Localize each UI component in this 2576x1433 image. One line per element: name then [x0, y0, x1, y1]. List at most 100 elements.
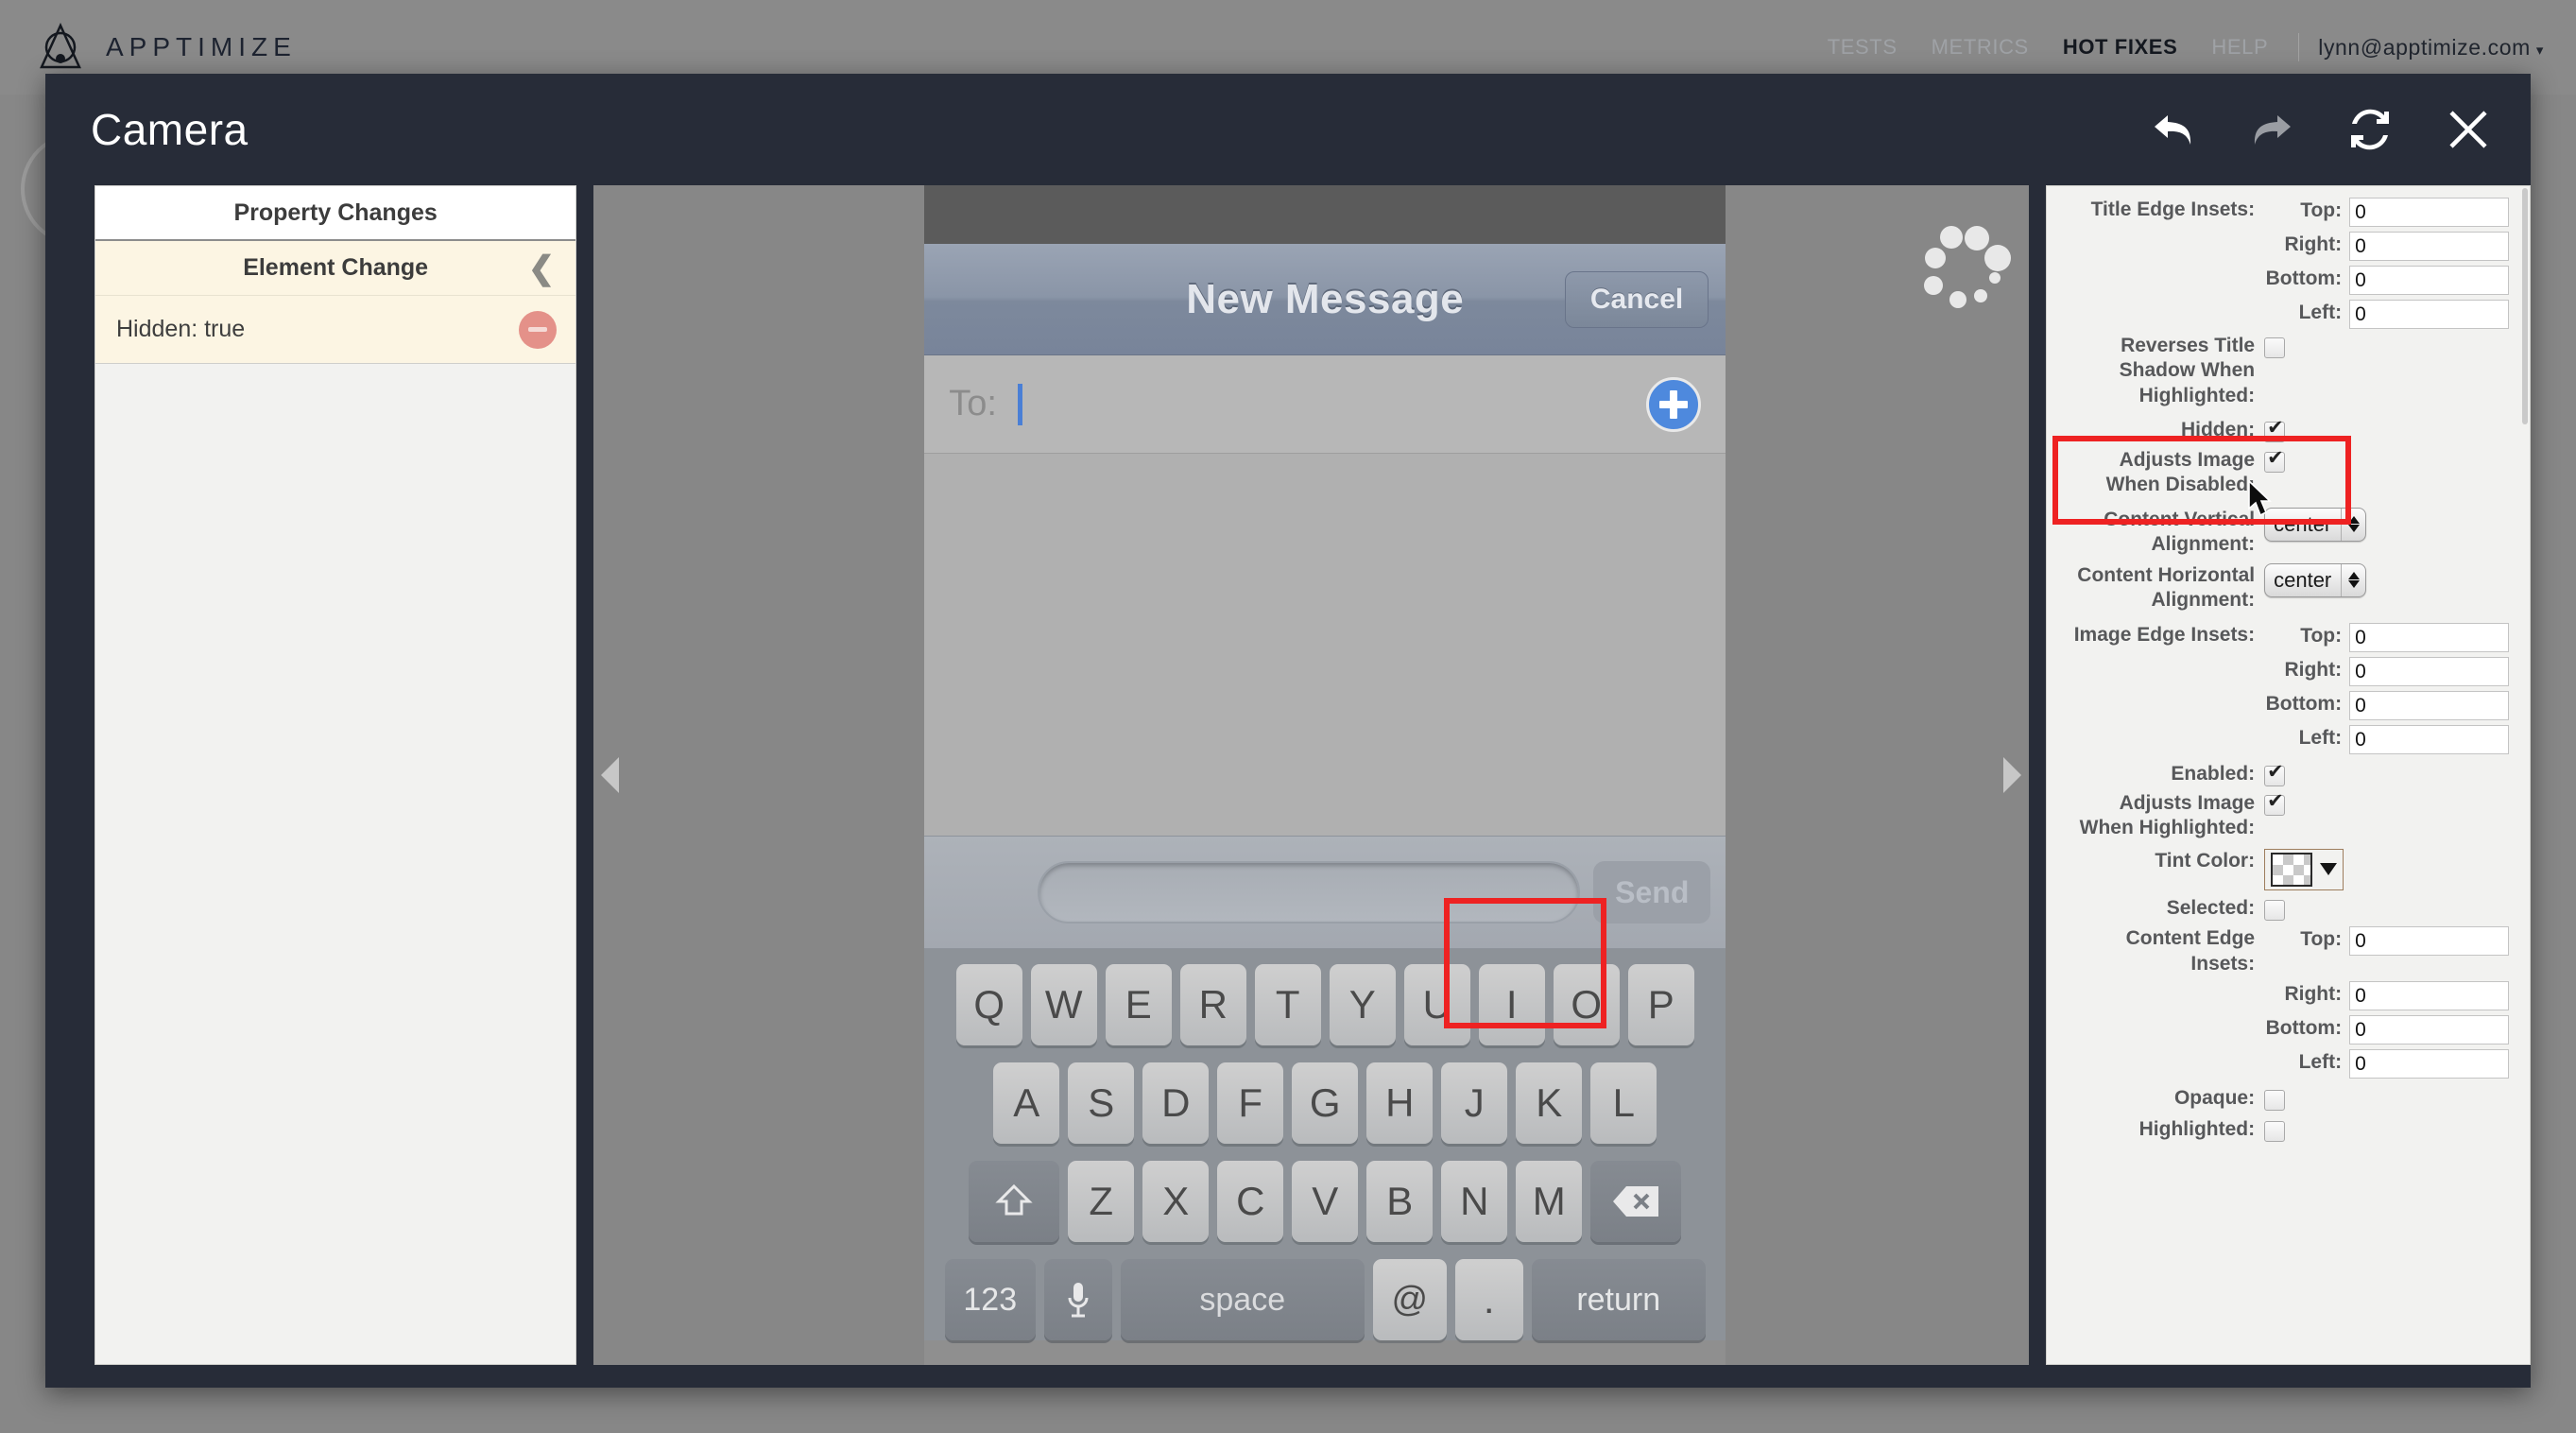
key-j[interactable]: J — [1441, 1062, 1508, 1144]
property-row-adjusts-image-when-disabled: Adjusts Image When Disabled: — [2060, 448, 2509, 498]
key-q[interactable]: Q — [955, 964, 1022, 1045]
property-sublabel: Left: — [2298, 726, 2343, 749]
key-period[interactable]: . — [1454, 1259, 1523, 1340]
hidden-checkbox[interactable] — [2264, 418, 2286, 443]
highlighted-checkbox[interactable] — [2264, 1120, 2286, 1142]
list-item[interactable]: Hidden: true — [95, 296, 576, 364]
backspace-delete-icon[interactable] — [1590, 1161, 1682, 1242]
recipient-row[interactable]: To: — [924, 355, 1726, 454]
chevron-right-triangle-icon[interactable] — [2003, 757, 2022, 793]
chevron-left-icon[interactable]: ❮ — [528, 252, 556, 285]
title-edge-inset-left-input[interactable]: 0 — [2349, 300, 2509, 329]
property-sublabel: Top: — [2300, 624, 2343, 647]
shift-arrow-icon[interactable] — [969, 1161, 1060, 1242]
property-row-image-edge-insets-top: Image Edge Insets: Top: 0 — [2060, 622, 2509, 652]
key-c[interactable]: C — [1217, 1161, 1284, 1242]
key-at[interactable]: @ — [1372, 1259, 1447, 1340]
key-g[interactable]: G — [1292, 1062, 1359, 1144]
key-x[interactable]: X — [1142, 1161, 1210, 1242]
key-r[interactable]: R — [1179, 964, 1246, 1045]
nav-link-metrics[interactable]: METRICS — [1915, 35, 2046, 60]
image-edge-inset-top-input[interactable]: 0 — [2349, 622, 2509, 652]
nav-links: TESTS METRICS HOT FIXES HELP lynn@apptim… — [1811, 33, 2544, 61]
content-edge-inset-bottom-input[interactable]: 0 — [2349, 1015, 2509, 1045]
title-edge-inset-bottom-input[interactable]: 0 — [2349, 266, 2509, 295]
key-s[interactable]: S — [1068, 1062, 1135, 1144]
content-edge-inset-right-input[interactable]: 0 — [2349, 981, 2509, 1011]
brand[interactable]: APPTIMIZE — [36, 23, 297, 72]
key-m[interactable]: M — [1516, 1161, 1583, 1242]
remove-circle-icon[interactable] — [519, 310, 558, 349]
key-e[interactable]: E — [1105, 964, 1172, 1045]
send-button[interactable]: Send — [1593, 861, 1711, 924]
undo-arrow-icon[interactable] — [2149, 105, 2198, 154]
key-numbers[interactable]: 123 — [944, 1259, 1036, 1340]
title-edge-inset-top-input[interactable]: 0 — [2349, 198, 2509, 227]
key-b[interactable]: B — [1366, 1161, 1434, 1242]
title-edge-inset-right-input[interactable]: 0 — [2349, 232, 2509, 261]
key-space[interactable]: space — [1120, 1259, 1365, 1340]
image-edge-inset-left-input[interactable]: 0 — [2349, 724, 2509, 754]
key-z[interactable]: Z — [1068, 1161, 1135, 1242]
key-l[interactable]: L — [1590, 1062, 1657, 1144]
property-row-title-edge-insets-top: Title Edge Insets: Top: 0 — [2060, 198, 2509, 227]
key-t[interactable]: T — [1254, 964, 1321, 1045]
key-a[interactable]: A — [993, 1062, 1060, 1144]
key-o[interactable]: O — [1553, 964, 1620, 1045]
scrollbar[interactable] — [2522, 188, 2528, 424]
key-k[interactable]: K — [1516, 1062, 1583, 1144]
text-cursor — [1017, 383, 1022, 425]
key-p[interactable]: P — [1627, 964, 1694, 1045]
refresh-icon[interactable] — [2345, 105, 2395, 154]
content-edge-inset-top-input[interactable]: 0 — [2349, 926, 2509, 957]
message-input[interactable] — [1038, 861, 1581, 924]
key-i[interactable]: I — [1478, 964, 1545, 1045]
key-y[interactable]: Y — [1329, 964, 1396, 1045]
nav-link-help[interactable]: HELP — [2194, 35, 2285, 60]
property-row-title-edge-insets-bottom: Bottom: 0 — [2060, 266, 2509, 295]
nav-link-tests[interactable]: TESTS — [1811, 35, 1915, 60]
user-menu[interactable]: lynn@apptimize.com ▾ — [2312, 35, 2544, 60]
adjusts-image-when-highlighted-checkbox[interactable] — [2264, 791, 2286, 816]
opaque-checkbox[interactable] — [2264, 1090, 2286, 1112]
key-w[interactable]: W — [1030, 964, 1097, 1045]
image-edge-inset-bottom-input[interactable]: 0 — [2349, 690, 2509, 720]
chevron-down-icon: ▾ — [2535, 42, 2544, 59]
cancel-button[interactable]: Cancel — [1564, 270, 1709, 328]
property-sublabel: Top: — [2300, 928, 2343, 951]
key-d[interactable]: D — [1142, 1062, 1210, 1144]
color-swatch — [2271, 852, 2313, 887]
key-u[interactable]: U — [1403, 964, 1470, 1045]
key-v[interactable]: V — [1292, 1161, 1359, 1242]
property-row-hidden: Hidden: — [2060, 418, 2509, 443]
add-contact-plus-icon[interactable] — [1646, 376, 1702, 432]
redo-arrow-icon[interactable] — [2247, 105, 2296, 154]
keyboard-row-2: A S D F G H J K L — [934, 1062, 1716, 1144]
content-vertical-alignment-select[interactable]: center — [2264, 507, 2367, 542]
selected-checkbox[interactable] — [2264, 899, 2286, 921]
element-change-section[interactable]: Element Change ❮ — [95, 241, 576, 296]
key-n[interactable]: N — [1441, 1161, 1508, 1242]
property-label: Enabled: — [2171, 762, 2256, 785]
nav-link-hot-fixes[interactable]: HOT FIXES — [2046, 35, 2195, 60]
property-label: Content Edge Insets: — [2125, 927, 2256, 975]
property-row-image-edge-insets-left: Left: 0 — [2060, 724, 2509, 754]
message-canvas — [924, 454, 1726, 836]
chevron-left-triangle-icon[interactable] — [601, 757, 620, 793]
content-edge-inset-left-input[interactable]: 0 — [2349, 1049, 2509, 1079]
phone-nav-bar: New Message Cancel — [924, 244, 1726, 355]
property-row-content-edge-insets-bottom: Bottom: 0 — [2060, 1015, 2509, 1045]
reverses-title-shadow-checkbox[interactable] — [2264, 337, 2286, 358]
tint-color-picker[interactable] — [2264, 848, 2344, 890]
key-return[interactable]: return — [1531, 1259, 1706, 1340]
close-x-icon[interactable] — [2444, 105, 2493, 154]
image-edge-inset-right-input[interactable]: 0 — [2349, 656, 2509, 686]
content-horizontal-alignment-select[interactable]: center — [2264, 562, 2367, 597]
microphone-icon[interactable] — [1043, 1259, 1112, 1340]
enabled-checkbox[interactable] — [2264, 762, 2286, 786]
property-sublabel: Bottom: — [2265, 692, 2343, 715]
key-f[interactable]: F — [1217, 1062, 1284, 1144]
adjusts-image-when-disabled-checkbox[interactable] — [2264, 448, 2286, 473]
key-h[interactable]: H — [1366, 1062, 1434, 1144]
property-sublabel: Top: — [2300, 199, 2343, 221]
